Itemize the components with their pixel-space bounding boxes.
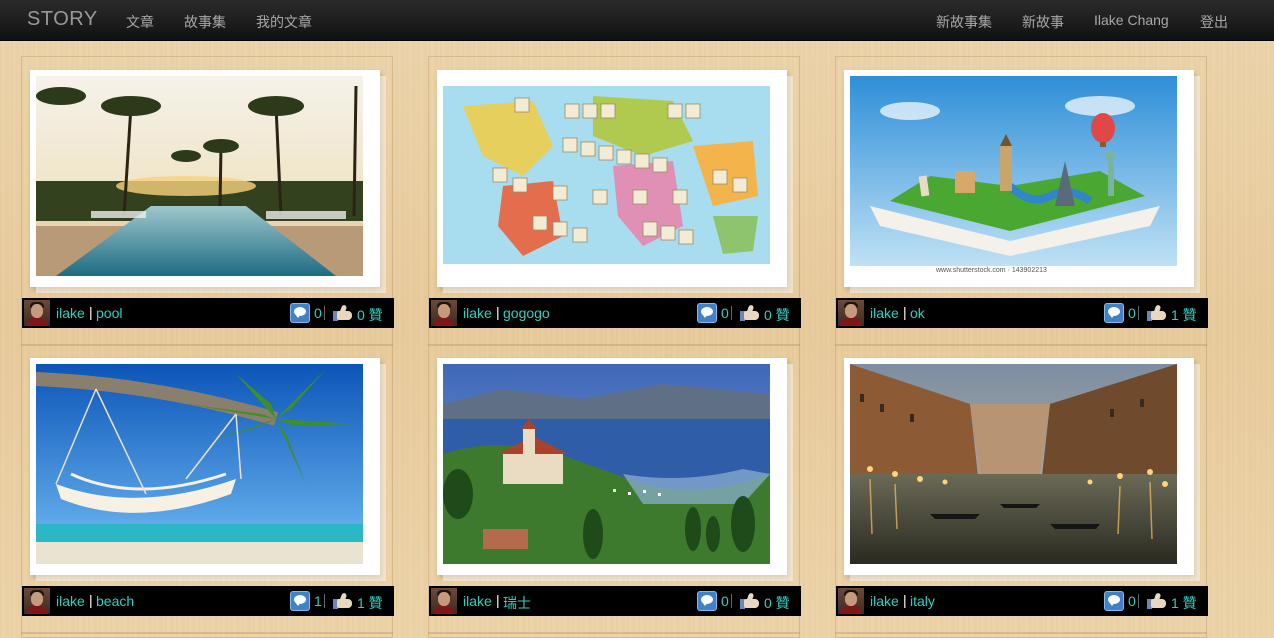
story-title-link[interactable]: pool xyxy=(96,305,122,321)
comment-icon[interactable] xyxy=(290,591,310,611)
divider xyxy=(1138,594,1139,608)
comment-count[interactable]: 0 xyxy=(1128,593,1136,609)
nav-item-user-profile[interactable]: Ilake Chang xyxy=(1094,12,1169,28)
divider xyxy=(324,594,325,608)
story-title-link[interactable]: ok xyxy=(910,305,925,321)
comment-count[interactable]: 0 xyxy=(721,305,729,321)
story-card-ok: www.shutterstock.com · 143902213 ilake |… xyxy=(835,56,1208,346)
story-photo-switzerland[interactable] xyxy=(443,364,770,564)
story-title-link[interactable]: beach xyxy=(96,593,134,609)
comment-icon[interactable] xyxy=(697,591,717,611)
author-avatar[interactable] xyxy=(24,300,50,326)
story-photo-italy[interactable] xyxy=(850,364,1177,564)
thumbs-up-icon[interactable] xyxy=(1147,592,1167,610)
story-card-partial xyxy=(835,632,1207,638)
like-count[interactable]: 1 贊 xyxy=(1171,305,1197,325)
divider xyxy=(1138,306,1139,320)
like-count[interactable]: 1 贊 xyxy=(357,593,383,613)
comment-count[interactable]: 1 xyxy=(314,593,322,609)
comment-icon[interactable] xyxy=(697,303,717,323)
story-card-gogogo: ilake | gogogo 0 0 贊 xyxy=(428,56,801,346)
story-info-bar: ilake | pool 0 0 贊 xyxy=(22,298,394,328)
story-info-bar: ilake | beach 1 1 贊 xyxy=(22,586,394,616)
comment-icon[interactable] xyxy=(1104,591,1124,611)
separator: | xyxy=(496,304,500,320)
author-link[interactable]: ilake xyxy=(56,593,85,609)
nav-item-new-collection[interactable]: 新故事集 xyxy=(936,12,992,32)
thumbs-up-icon[interactable] xyxy=(333,592,353,610)
like-count[interactable]: 1 贊 xyxy=(1171,593,1197,613)
author-avatar[interactable] xyxy=(838,588,864,614)
comment-count[interactable]: 0 xyxy=(721,593,729,609)
story-card-pool: ilake | pool 0 0 贊 xyxy=(21,56,394,346)
photo-frame xyxy=(437,358,787,575)
nav-item-story-collections[interactable]: 故事集 xyxy=(184,12,226,32)
story-info-bar: ilake | italy 0 1 贊 xyxy=(836,586,1208,616)
thumbs-up-icon[interactable] xyxy=(740,304,760,322)
story-info-bar: ilake | 瑞士 0 0 贊 xyxy=(429,586,801,616)
photo-frame xyxy=(30,70,380,287)
author-avatar[interactable] xyxy=(431,300,457,326)
story-card-switzerland: ilake | 瑞士 0 0 贊 xyxy=(428,344,801,634)
comment-icon[interactable] xyxy=(290,303,310,323)
thumbs-up-icon[interactable] xyxy=(1147,304,1167,322)
nav-item-logout[interactable]: 登出 xyxy=(1200,12,1228,32)
like-count[interactable]: 0 贊 xyxy=(764,305,790,325)
story-title-link[interactable]: gogogo xyxy=(503,305,550,321)
like-count[interactable]: 0 贊 xyxy=(764,593,790,613)
separator: | xyxy=(903,592,907,608)
story-card-partial xyxy=(21,632,393,638)
divider xyxy=(731,594,732,608)
story-photo-ok[interactable]: www.shutterstock.com · 143902213 xyxy=(850,76,1177,276)
author-link[interactable]: ilake xyxy=(56,305,85,321)
author-link[interactable]: ilake xyxy=(463,593,492,609)
nav-item-articles[interactable]: 文章 xyxy=(126,12,154,32)
thumbs-up-icon[interactable] xyxy=(333,304,353,322)
comment-count[interactable]: 0 xyxy=(1128,305,1136,321)
story-card-beach: ilake | beach 1 1 贊 xyxy=(21,344,394,634)
photo-frame xyxy=(30,358,380,575)
top-navbar: STORY 文章 故事集 我的文章 新故事集 新故事 Ilake Chang 登… xyxy=(0,0,1274,41)
photo-frame xyxy=(437,70,787,287)
svg-text:www.shutterstock.com · 1439022: www.shutterstock.com · 143902213 xyxy=(935,267,1047,274)
story-photo-gogogo[interactable] xyxy=(443,86,770,264)
thumbs-up-icon[interactable] xyxy=(740,592,760,610)
photo-frame: www.shutterstock.com · 143902213 xyxy=(844,70,1194,287)
story-card-partial xyxy=(428,632,800,638)
story-photo-pool[interactable] xyxy=(36,76,363,276)
separator: | xyxy=(903,304,907,320)
author-avatar[interactable] xyxy=(24,588,50,614)
nav-item-my-articles[interactable]: 我的文章 xyxy=(256,12,312,32)
author-link[interactable]: ilake xyxy=(870,593,899,609)
separator: | xyxy=(496,592,500,608)
story-title-link[interactable]: 瑞士 xyxy=(503,593,531,613)
story-info-bar: ilake | ok 0 1 贊 xyxy=(836,298,1208,328)
nav-item-new-story[interactable]: 新故事 xyxy=(1022,12,1064,32)
photo-frame xyxy=(844,358,1194,575)
divider xyxy=(324,306,325,320)
separator: | xyxy=(89,304,93,320)
comment-count[interactable]: 0 xyxy=(314,305,322,321)
author-avatar[interactable] xyxy=(838,300,864,326)
divider xyxy=(731,306,732,320)
story-card-italy: ilake | italy 0 1 贊 xyxy=(835,344,1208,634)
separator: | xyxy=(89,592,93,608)
brand-logo[interactable]: STORY xyxy=(27,8,98,31)
author-avatar[interactable] xyxy=(431,588,457,614)
story-photo-beach[interactable] xyxy=(36,364,363,564)
story-info-bar: ilake | gogogo 0 0 贊 xyxy=(429,298,801,328)
author-link[interactable]: ilake xyxy=(463,305,492,321)
comment-icon[interactable] xyxy=(1104,303,1124,323)
like-count[interactable]: 0 贊 xyxy=(357,305,383,325)
story-title-link[interactable]: italy xyxy=(910,593,935,609)
author-link[interactable]: ilake xyxy=(870,305,899,321)
